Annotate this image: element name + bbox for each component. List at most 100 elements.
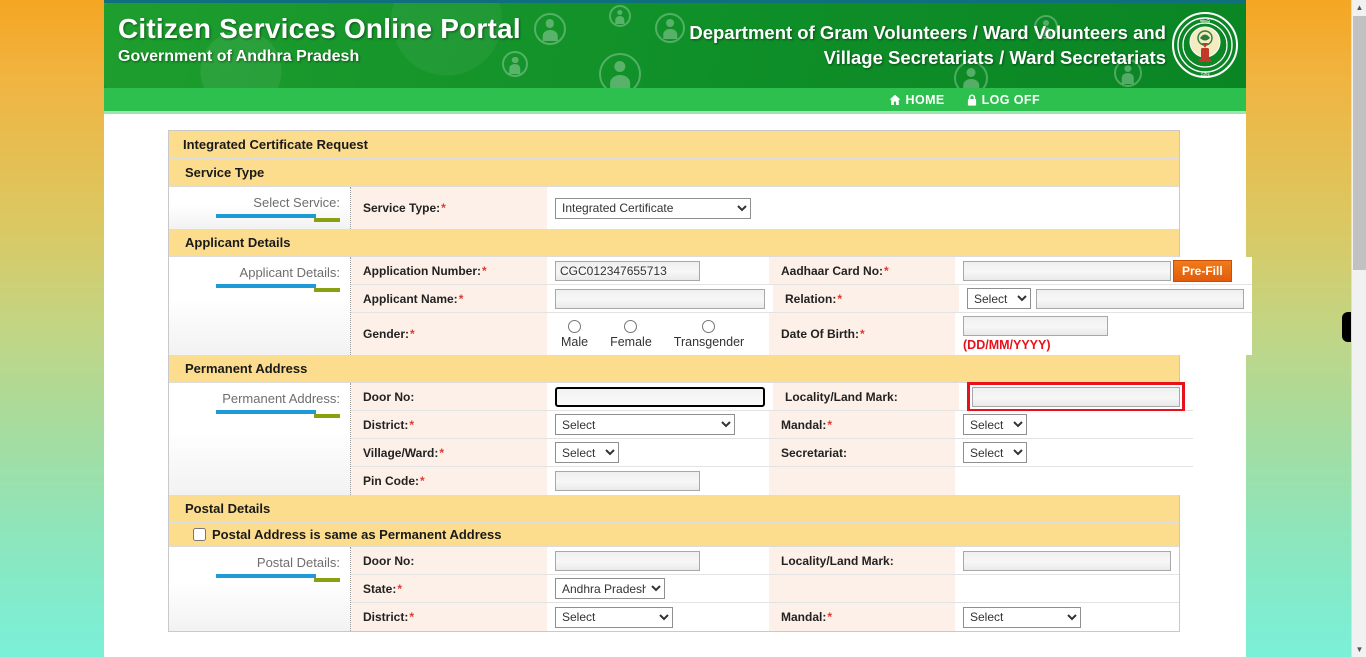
required-marker: * xyxy=(860,327,865,341)
scrollbar-up-arrow[interactable]: ▲ xyxy=(1352,0,1366,15)
label-postal-door-no: Door No: xyxy=(351,547,547,574)
label-perm-spacer xyxy=(769,467,955,495)
form-title-bar: Integrated Certificate Request xyxy=(169,131,1179,159)
gender-radio-male[interactable] xyxy=(568,319,582,333)
fields-postal-details: Door No: Locality/Land Mark: State: * An… xyxy=(351,547,1179,631)
scrollbar-thumb[interactable] xyxy=(1353,16,1366,270)
andhra-pradesh-emblem-icon: ఆంధ్ర ప్రదేశ xyxy=(1172,12,1238,78)
side-label-postal-details: Postal Details: xyxy=(169,547,351,631)
permanent-mandal-select[interactable]: Select xyxy=(963,414,1027,435)
relation-select[interactable]: Select xyxy=(967,288,1031,309)
label-perm-locality: Locality/Land Mark: xyxy=(773,383,959,410)
person-icon-1 xyxy=(534,13,566,45)
section-body-applicant-details: Applicant Details: Application Number:* xyxy=(169,257,1252,355)
nav-home-link[interactable]: HOME xyxy=(889,93,945,107)
postal-door-no-input[interactable] xyxy=(555,550,700,571)
person-icon-2 xyxy=(599,53,641,88)
aadhaar-card-input[interactable] xyxy=(963,260,1171,281)
nav-logoff-link[interactable]: LOG OFF xyxy=(967,93,1040,107)
permanent-door-no-input[interactable] xyxy=(555,386,765,407)
underline-olive xyxy=(314,288,340,292)
label-aadhaar-text: Aadhaar Card No: xyxy=(781,263,884,278)
edge-side-tab[interactable] xyxy=(1342,312,1351,342)
permanent-district-select[interactable]: Select xyxy=(555,414,735,435)
field-row-gender-dob: Gender: * Male Female Transgender Date O… xyxy=(351,313,1252,355)
label-perm-mandal: Mandal: * xyxy=(769,411,955,438)
value-date-of-birth: (DD/MM/YYYY) xyxy=(955,313,1252,355)
postal-state-select[interactable]: Andhra Pradesh xyxy=(555,578,665,599)
label-postal-mandal: Mandal: * xyxy=(769,603,955,631)
side-label-text: Permanent Address: xyxy=(222,391,340,406)
underline-olive xyxy=(314,578,340,582)
field-row-perm-door-locality: Door No: Locality/Land Mark: xyxy=(351,381,1193,412)
gender-radio-transgender[interactable] xyxy=(702,319,716,333)
value-postal-mandal: Select xyxy=(955,603,1179,631)
gender-option-female[interactable]: Female xyxy=(610,319,652,349)
value-service-type: Integrated Certificate xyxy=(547,187,1179,229)
value-aadhaar-card-no: Pre-Fill xyxy=(955,257,1252,284)
relation-name-input[interactable] xyxy=(1036,288,1244,309)
section-header-applicant-details: Applicant Details xyxy=(169,229,1179,257)
value-perm-village: Select xyxy=(547,439,769,466)
value-relation: Select xyxy=(959,285,1252,312)
label-postal-spacer xyxy=(769,575,955,602)
nav-logoff-label: LOG OFF xyxy=(981,92,1040,107)
value-postal-district: Select xyxy=(547,603,769,631)
field-row-service-type: Service Type: * Integrated Certificate xyxy=(351,187,1179,229)
permanent-pincode-input[interactable] xyxy=(555,471,700,491)
postal-same-as-permanent-row[interactable]: Postal Address is same as Permanent Addr… xyxy=(169,523,1179,547)
label-postal-district-text: District: xyxy=(363,610,409,624)
required-marker: * xyxy=(827,417,833,432)
service-type-select[interactable]: Integrated Certificate xyxy=(555,197,751,219)
page-subtitle: Government of Andhra Pradesh xyxy=(118,48,360,66)
integrated-certificate-form: Integrated Certificate Request Service T… xyxy=(168,130,1252,632)
required-marker: * xyxy=(827,610,833,624)
scrollbar-down-arrow[interactable]: ▼ xyxy=(1352,642,1366,657)
required-marker: * xyxy=(410,327,415,341)
label-postal-locality: Locality/Land Mark: xyxy=(769,547,955,574)
postal-locality-input[interactable] xyxy=(963,550,1171,571)
value-perm-pincode xyxy=(547,467,769,495)
department-line-2: Village Secretariats / Ward Secretariats xyxy=(823,46,1166,68)
field-row-postal-district-mandal: District: * Select Mandal: * Select xyxy=(351,603,1179,631)
field-row-perm-village-secretariat: Village/Ward: * Select Secretariat: Selec… xyxy=(351,439,1193,467)
gender-option-male[interactable]: Male xyxy=(561,319,588,349)
gender-radio-female[interactable] xyxy=(624,319,638,333)
pre-fill-button[interactable]: Pre-Fill xyxy=(1173,259,1232,282)
side-label-underline xyxy=(169,574,340,582)
permanent-village-select[interactable]: Select xyxy=(555,442,619,463)
top-nav-bar: HOME LOG OFF xyxy=(104,88,1246,114)
applicant-name-input[interactable] xyxy=(555,288,765,309)
underline-blue xyxy=(216,284,316,288)
browser-scrollbar[interactable]: ▲ ▼ xyxy=(1351,0,1366,657)
gender-option-transgender[interactable]: Transgender xyxy=(673,319,745,349)
field-row-postal-door-locality: Door No: Locality/Land Mark: xyxy=(351,547,1179,575)
postal-same-as-permanent-checkbox[interactable] xyxy=(193,528,206,541)
underline-blue xyxy=(216,410,316,414)
side-label-text: Applicant Details: xyxy=(239,265,340,280)
label-application-number: Application Number: * xyxy=(351,257,547,284)
value-gender: Male Female Transgender xyxy=(547,313,769,355)
label-aadhaar-card-no: Aadhaar Card No: * xyxy=(769,257,955,284)
postal-district-select[interactable]: Select xyxy=(555,606,673,628)
value-postal-state: Andhra Pradesh xyxy=(547,575,769,602)
permanent-secretariat-select[interactable]: Select xyxy=(963,442,1027,463)
field-row-applicant-name: Applicant Name: * Relation: * Select xyxy=(351,285,1252,313)
application-number-input[interactable] xyxy=(555,260,700,281)
postal-mandal-select[interactable]: Select xyxy=(963,606,1081,628)
dob-format-hint: (DD/MM/YYYY) xyxy=(963,338,1051,352)
site-title-block: Citizen Services Online Portal Governmen… xyxy=(118,13,521,66)
section-header-postal-details: Postal Details xyxy=(169,495,1179,523)
department-line-1: Department of Gram Volunteers / Ward Vol… xyxy=(689,22,1166,43)
side-label-underline xyxy=(169,214,340,222)
label-postal-state: State: * xyxy=(351,575,547,602)
gender-label-female: Female xyxy=(610,334,652,349)
permanent-locality-input[interactable] xyxy=(972,386,1180,407)
person-icon-5 xyxy=(655,13,685,43)
date-of-birth-input[interactable] xyxy=(963,316,1108,336)
gender-label-transgender: Transgender xyxy=(673,334,745,349)
label-postal-mandal-text: Mandal: xyxy=(781,610,827,624)
underline-olive xyxy=(314,218,340,222)
label-perm-pincode-text: Pin Code: xyxy=(363,474,419,488)
required-marker: * xyxy=(409,417,415,432)
